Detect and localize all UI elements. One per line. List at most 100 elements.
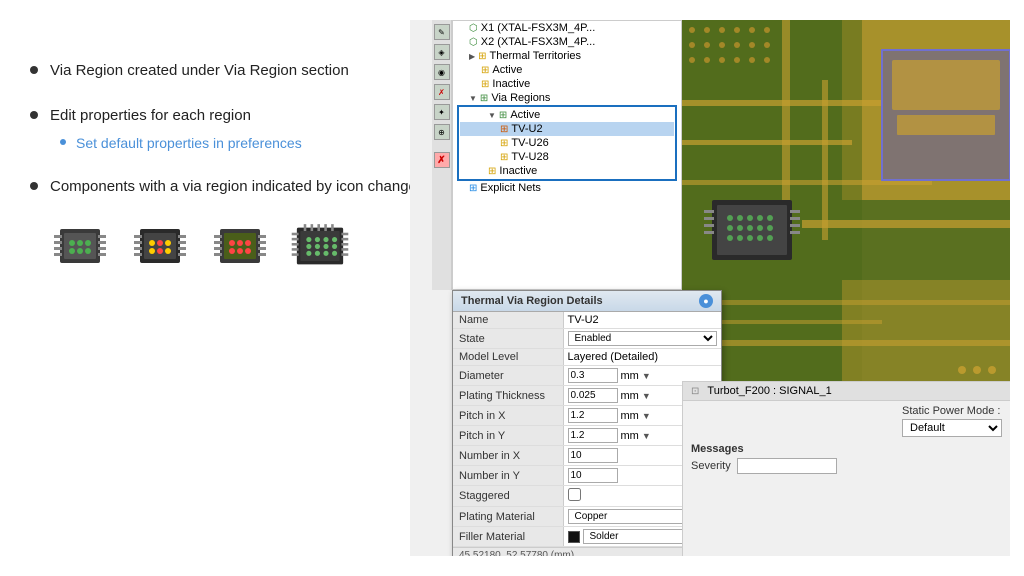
toolbar-btn-6[interactable]: ⊕	[434, 124, 450, 140]
tvr-row-staggered: Staggered	[453, 486, 721, 507]
tvr-unit-pitchx: mm	[621, 410, 639, 422]
left-panel: Via Region created under Via Region sect…	[30, 60, 420, 271]
tree-arrow-active-via: ▼	[488, 111, 496, 120]
tree-item-tv-u26[interactable]: ⊞ TV-U26	[460, 136, 674, 150]
tvr-dialog-title: Thermal Via Region Details ●	[453, 291, 721, 312]
tree-label-tv-u26: TV-U26	[511, 137, 548, 149]
tvr-select-state[interactable]: Enabled	[568, 331, 718, 346]
tree-item-inactive-via[interactable]: ⊞ Inactive	[460, 164, 674, 178]
tvr-label-numx: Number in X	[453, 446, 563, 466]
tvr-input-numx[interactable]	[568, 448, 618, 463]
tvr-label-filler: Filler Material	[453, 527, 563, 547]
tree-item-inactive-thermal[interactable]: ⊞ Inactive	[453, 77, 681, 91]
sub-bullet-1: Set default properties in preferences	[60, 133, 302, 154]
chip-icon-2	[130, 221, 190, 271]
tvr-row-state: State Enabled	[453, 329, 721, 349]
tree-item-x2[interactable]: ⬡ X2 (XTAL-FSX3M_4P...	[453, 35, 681, 49]
tree-label-thermal: Thermal Territories	[490, 50, 582, 62]
bottom-right-area: ⊡ Turbot_F200 : SIGNAL_1 Static Power Mo…	[682, 381, 1010, 556]
tvr-row-plating-mat: Plating Material Copper	[453, 507, 721, 527]
tvr-input-pitchx[interactable]	[568, 408, 618, 423]
tvr-row-model: Model Level Layered (Detailed)	[453, 349, 721, 366]
tvr-row-pitchy: Pitch in Y mm ▼	[453, 426, 721, 446]
chip-icon-3	[210, 221, 270, 271]
tvr-row-numx: Number in X	[453, 446, 721, 466]
tvr-label-pitchy: Pitch in Y	[453, 426, 563, 446]
tree-item-active-thermal[interactable]: ⊞ Active	[453, 63, 681, 77]
tvr-input-numy[interactable]	[568, 468, 618, 483]
signal-bar: ⊡ Turbot_F200 : SIGNAL_1	[683, 382, 1010, 401]
sub-bullet-text-1: Set default properties in preferences	[76, 133, 302, 154]
bullet-1: Via Region created under Via Region sect…	[30, 60, 420, 83]
tvr-close-button[interactable]: ●	[699, 294, 713, 308]
toolbar-btn-1[interactable]: ✎	[434, 24, 450, 40]
tvr-label-diameter: Diameter	[453, 366, 563, 386]
tvr-label-plating: Plating Thickness	[453, 386, 563, 406]
bullet-text-3: Components with a via region indicated b…	[50, 176, 417, 199]
toolbar-btn-3[interactable]: ◉	[434, 64, 450, 80]
tvr-dropdown-diameter[interactable]: ▼	[642, 371, 651, 381]
sub-bullet-dot-1	[60, 139, 66, 145]
tvr-label-model: Model Level	[453, 349, 563, 366]
tvr-value-state[interactable]: Enabled	[563, 329, 721, 349]
tvr-unit-diameter: mm	[621, 370, 639, 382]
tree-item-tv-u2[interactable]: ⊞ TV-U2	[460, 122, 674, 136]
bullet-dot-2	[30, 111, 38, 119]
tvr-filler-color-swatch	[568, 531, 580, 543]
tvr-row-plating: Plating Thickness mm ▼	[453, 386, 721, 406]
tree-item-active-via[interactable]: ▼ ⊞ Active	[460, 108, 674, 122]
tvr-unit-plating: mm	[621, 390, 639, 402]
static-power-select[interactable]: Default	[902, 419, 1002, 437]
chip-icon-4	[290, 221, 350, 271]
chip-icon-1	[50, 221, 110, 271]
tvr-row-numy: Number in Y	[453, 466, 721, 486]
tvr-dropdown-plating[interactable]: ▼	[642, 391, 651, 401]
tree-icon-tv-u2: ⊞	[500, 124, 508, 135]
tvr-input-diameter[interactable]	[568, 368, 618, 383]
tvr-table: Name TV-U2 State Enabled Model Level Lay…	[453, 312, 721, 547]
tree-icon-active-thermal: ⊞	[481, 65, 489, 76]
tree-label-via: Via Regions	[491, 92, 550, 104]
severity-row: Severity	[691, 458, 1002, 474]
tree-label-active-thermal: Active	[492, 64, 522, 76]
messages-header: Messages	[691, 443, 1002, 455]
tree-item-thermal[interactable]: ▶ ⊞ Thermal Territories	[453, 49, 681, 63]
tree-arrow-thermal: ▶	[469, 52, 475, 61]
tvr-checkbox-staggered[interactable]	[568, 488, 581, 501]
bullet-text-1: Via Region created under Via Region sect…	[50, 60, 349, 83]
toolbar-btn-5[interactable]: ✦	[434, 104, 450, 120]
tree-item-tv-u28[interactable]: ⊞ TV-U28	[460, 150, 674, 164]
tvr-input-pitchy[interactable]	[568, 428, 618, 443]
tree-icon-x1: ⬡	[469, 23, 478, 34]
tvr-value-name[interactable]: TV-U2	[563, 312, 721, 329]
tree-icon-active-via: ⊞	[499, 110, 507, 121]
tvr-label-state: State	[453, 329, 563, 349]
bullet-2: Edit properties for each region Set defa…	[30, 105, 420, 155]
static-power-row: Static Power Mode : Default	[683, 401, 1010, 441]
static-power-section: Static Power Mode : Default	[902, 405, 1002, 437]
toolbar-btn-2[interactable]: ◈	[434, 44, 450, 60]
tvr-unit-pitchy: mm	[621, 430, 639, 442]
toolbar-btn-4[interactable]: ✗	[434, 84, 450, 100]
tree-item-explicit-nets[interactable]: ⊞ Explicit Nets	[453, 181, 681, 195]
severity-input[interactable]	[737, 458, 837, 474]
tree-label-x1: X1 (XTAL-FSX3M_4P...	[481, 22, 596, 34]
tree-icon-inactive-via: ⊞	[488, 166, 496, 177]
signal-icon: ⊡	[691, 386, 699, 397]
tree-item-via-regions[interactable]: ▼ ⊞ Via Regions	[453, 91, 681, 105]
tree-icon-tv-u26: ⊞	[500, 138, 508, 149]
tvr-dropdown-pitchy[interactable]: ▼	[642, 431, 651, 441]
tvr-row-pitchx: Pitch in X mm ▼	[453, 406, 721, 426]
tvr-input-plating[interactable]	[568, 388, 618, 403]
tree-item-x1[interactable]: ⬡ X1 (XTAL-FSX3M_4P...	[453, 21, 681, 35]
tvr-title-text: Thermal Via Region Details	[461, 295, 603, 307]
tvr-dropdown-pitchx[interactable]: ▼	[642, 411, 651, 421]
tree-arrow-via: ▼	[469, 94, 477, 103]
tree-label-explicit: Explicit Nets	[480, 182, 541, 194]
tvr-row-filler: Filler Material Solder ≡	[453, 527, 721, 547]
right-panel: ✎ ◈ ◉ ✗ ✦ ⊕ ✗ ⬡ X1 (XTAL-FSX3M_4P... ⬡ X…	[410, 20, 1010, 556]
toolbar-btn-red[interactable]: ✗	[434, 152, 450, 168]
toolbar-strip: ✎ ◈ ◉ ✗ ✦ ⊕ ✗	[432, 20, 452, 290]
tvr-row-diameter: Diameter mm ▼	[453, 366, 721, 386]
tree-label-tv-u2: TV-U2	[511, 123, 542, 135]
